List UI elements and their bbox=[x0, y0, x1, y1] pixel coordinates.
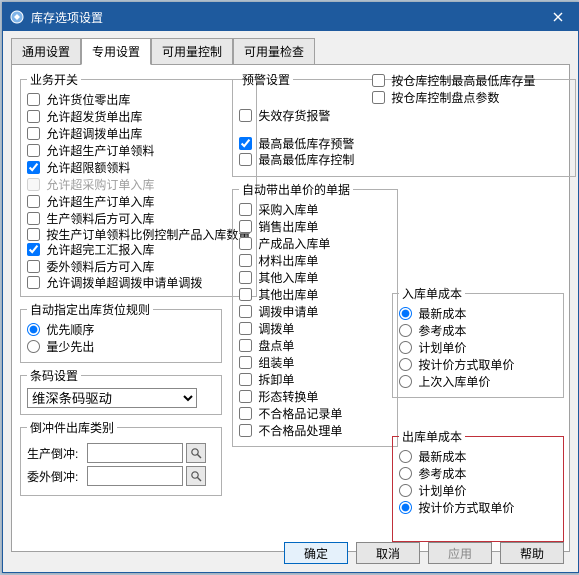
chk-autoprice-8[interactable]: 盘点单 bbox=[239, 338, 391, 355]
offset-prod-label: 生产倒冲: bbox=[27, 445, 87, 462]
group-auto-out-legend: 自动指定出库货位规则 bbox=[27, 301, 153, 318]
dialog-window: 库存选项设置 通用设置 专用设置 可用量控制 可用量检查 业务开关 允许货位零出… bbox=[2, 2, 579, 573]
rdo-outcost-3[interactable]: 按计价方式取单价 bbox=[399, 500, 557, 517]
chk-autoprice-1[interactable]: 销售出库单 bbox=[239, 219, 391, 236]
close-button[interactable] bbox=[542, 5, 574, 29]
rdo-incost-2[interactable]: 计划单价 bbox=[399, 340, 557, 357]
rdo-incost-1[interactable]: 参考成本 bbox=[399, 323, 557, 340]
group-barcode-legend: 条码设置 bbox=[27, 367, 81, 384]
group-barcode: 条码设置 维深条码驱动 bbox=[20, 367, 222, 415]
chk-maxmin-control[interactable]: 最高最低库存控制 bbox=[239, 152, 354, 169]
apply-button[interactable]: 应用 bbox=[428, 542, 492, 564]
rdo-incost-0[interactable]: 最新成本 bbox=[399, 306, 557, 323]
dialog-buttons: 确定 取消 应用 帮助 bbox=[284, 542, 564, 564]
tab-general[interactable]: 通用设置 bbox=[11, 38, 81, 65]
chk-autoprice-9[interactable]: 组装单 bbox=[239, 355, 391, 372]
cancel-button[interactable]: 取消 bbox=[356, 542, 420, 564]
chk-autoprice-12[interactable]: 不合格品记录单 bbox=[239, 406, 391, 423]
rdo-incost-4[interactable]: 上次入库单价 bbox=[399, 374, 557, 391]
chk-wh-maxmin[interactable]: 按仓库控制最高最低库存量 bbox=[372, 73, 562, 90]
ok-button[interactable]: 确定 bbox=[284, 542, 348, 564]
chk-business-11[interactable]: 允许调拨单超调拨申请单调拨 bbox=[27, 276, 250, 290]
group-out-cost-legend: 出库单成本 bbox=[399, 428, 465, 445]
titlebar[interactable]: 库存选项设置 bbox=[3, 3, 578, 31]
chk-autoprice-11[interactable]: 形态转换单 bbox=[239, 389, 391, 406]
app-icon bbox=[9, 9, 25, 25]
group-auto-out: 自动指定出库货位规则 优先顺序 量少先出 bbox=[20, 301, 222, 363]
panel-special: 业务开关 允许货位零出库 允许超发货单出库 允许超调拨单出库 允许超生产订单领料… bbox=[11, 64, 570, 552]
rdo-autoout-1[interactable]: 量少先出 bbox=[27, 339, 215, 356]
group-auto-price: 自动带出单价的单据 采购入库单 销售出库单 产成品入库单 材料出库单 其他入库单… bbox=[232, 181, 398, 447]
group-offset-legend: 倒冲件出库类别 bbox=[27, 419, 117, 436]
chk-autoprice-3[interactable]: 材料出库单 bbox=[239, 253, 391, 270]
group-business-legend: 业务开关 bbox=[27, 71, 81, 88]
group-in-cost-legend: 入库单成本 bbox=[399, 285, 465, 302]
rdo-outcost-2[interactable]: 计划单价 bbox=[399, 483, 557, 500]
rdo-outcost-0[interactable]: 最新成本 bbox=[399, 449, 557, 466]
chk-autoprice-5[interactable]: 其他出库单 bbox=[239, 287, 391, 304]
tab-strip: 通用设置 专用设置 可用量控制 可用量检查 bbox=[3, 31, 578, 64]
chk-autoprice-7[interactable]: 调拨单 bbox=[239, 321, 391, 338]
help-button[interactable]: 帮助 bbox=[500, 542, 564, 564]
chk-business-10[interactable]: 委外领料后方可入库 bbox=[27, 259, 250, 276]
group-auto-price-legend: 自动带出单价的单据 bbox=[239, 181, 353, 198]
chk-wh-count-param[interactable]: 按仓库控制盘点参数 bbox=[372, 90, 562, 107]
chk-business-6[interactable]: 允许超生产订单入库 bbox=[27, 194, 250, 211]
chk-business-8[interactable]: 按生产订单领料比例控制产品入库数量 bbox=[27, 228, 250, 242]
chk-business-5: 允许超采购订单入库 bbox=[27, 177, 250, 194]
rdo-outcost-1[interactable]: 参考成本 bbox=[399, 466, 557, 483]
chk-autoprice-13[interactable]: 不合格品处理单 bbox=[239, 423, 391, 440]
offset-out-lookup-button[interactable] bbox=[186, 466, 206, 486]
chk-autoprice-2[interactable]: 产成品入库单 bbox=[239, 236, 391, 253]
group-business: 业务开关 允许货位零出库 允许超发货单出库 允许超调拨单出库 允许超生产订单领料… bbox=[20, 71, 257, 297]
group-out-cost: 出库单成本 最新成本 参考成本 计划单价 按计价方式取单价 bbox=[392, 428, 564, 542]
offset-out-label: 委外倒冲: bbox=[27, 468, 87, 485]
chk-business-7[interactable]: 生产领料后方可入库 bbox=[27, 211, 250, 228]
chk-autoprice-0[interactable]: 采购入库单 bbox=[239, 202, 391, 219]
offset-prod-input[interactable] bbox=[87, 443, 183, 463]
chk-business-2[interactable]: 允许超调拨单出库 bbox=[27, 126, 250, 143]
tab-special[interactable]: 专用设置 bbox=[81, 38, 151, 65]
rdo-autoout-0[interactable]: 优先顺序 bbox=[27, 322, 215, 339]
barcode-driver-select[interactable]: 维深条码驱动 bbox=[27, 388, 197, 408]
offset-prod-lookup-button[interactable] bbox=[186, 443, 206, 463]
chk-business-0[interactable]: 允许货位零出库 bbox=[27, 92, 250, 109]
chk-expire-alarm[interactable]: 失效存货报警 bbox=[239, 108, 330, 125]
group-alert-legend: 预警设置 bbox=[239, 71, 293, 88]
chk-maxmin-warning[interactable]: 最高最低库存预警 bbox=[239, 136, 354, 153]
group-in-cost: 入库单成本 最新成本 参考成本 计划单价 按计价方式取单价 上次入库单价 bbox=[392, 285, 564, 398]
chk-autoprice-6[interactable]: 调拨申请单 bbox=[239, 304, 391, 321]
group-offset: 倒冲件出库类别 生产倒冲: 委外倒冲: bbox=[20, 419, 222, 496]
chk-business-3[interactable]: 允许超生产订单领料 bbox=[27, 143, 250, 160]
rdo-incost-3[interactable]: 按计价方式取单价 bbox=[399, 357, 557, 374]
window-title: 库存选项设置 bbox=[31, 9, 542, 26]
chk-business-9[interactable]: 允许超完工汇报入库 bbox=[27, 242, 250, 259]
chk-business-4[interactable]: 允许超限额领料 bbox=[27, 160, 250, 177]
tab-avail-control[interactable]: 可用量控制 bbox=[151, 38, 233, 65]
chk-business-1[interactable]: 允许超发货单出库 bbox=[27, 109, 250, 126]
chk-autoprice-4[interactable]: 其他入库单 bbox=[239, 270, 391, 287]
chk-autoprice-10[interactable]: 拆卸单 bbox=[239, 372, 391, 389]
tab-avail-check[interactable]: 可用量检查 bbox=[233, 38, 315, 65]
offset-out-input[interactable] bbox=[87, 466, 183, 486]
